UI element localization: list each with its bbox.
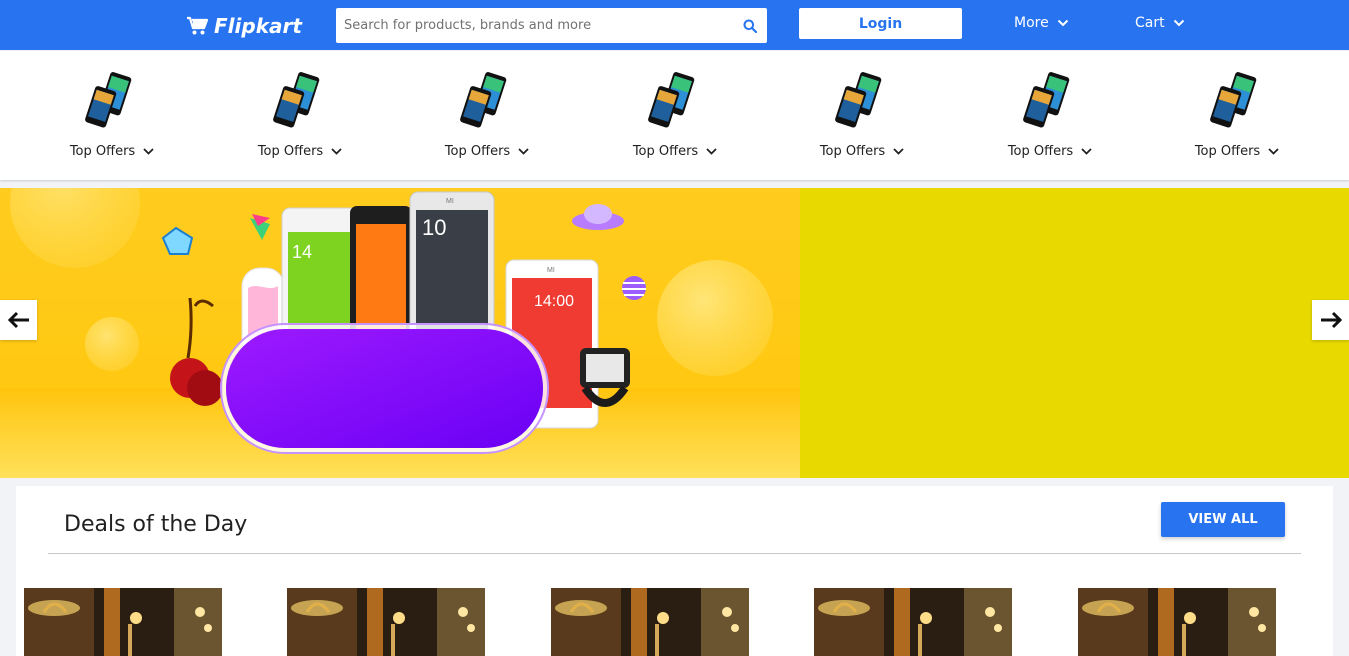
category-bar: Top Offers Top Offers Top Offers Top Off… — [0, 51, 1349, 180]
cart-label: Cart — [1135, 15, 1165, 31]
category-item[interactable]: Top Offers — [787, 51, 937, 180]
flipkart-logo[interactable]: Flipkart — [186, 12, 302, 40]
search-bar — [336, 8, 767, 43]
phone-brand-1: MI — [446, 198, 454, 205]
category-text: Top Offers — [819, 144, 886, 159]
category-item[interactable]: Top Offers — [37, 51, 187, 180]
phone-thumbnail-icon — [460, 72, 507, 128]
deal-product-image — [24, 588, 222, 656]
deal-product-image — [287, 588, 485, 656]
arrow-left-icon — [7, 311, 29, 329]
chevron-down-icon — [893, 148, 904, 155]
search-input[interactable] — [336, 8, 733, 43]
category-label: Top Offers — [1195, 144, 1279, 159]
chevron-down-icon — [1081, 148, 1092, 155]
category-item[interactable]: Top Offers — [600, 51, 750, 180]
deal-product-image — [814, 588, 1012, 656]
deal-product-image — [551, 588, 749, 656]
phone-time-3: 14:00 — [534, 293, 574, 310]
category-text: Top Offers — [1007, 144, 1074, 159]
category-label: Top Offers — [70, 144, 154, 159]
chevron-down-icon — [331, 148, 342, 155]
deals-of-the-day-section: Deals of the Day VIEW ALL — [16, 486, 1333, 656]
category-text: Top Offers — [69, 144, 136, 159]
phone-thumbnail-icon — [1023, 72, 1070, 128]
more-label: More — [1014, 15, 1049, 31]
arrow-right-icon — [1320, 311, 1342, 329]
category-text: Top Offers — [632, 144, 699, 159]
category-item[interactable]: Top Offers — [1162, 51, 1312, 180]
promo-banner-carousel: 14 10 MI 14:00 MI — [0, 188, 1349, 478]
top-header: Flipkart Login More Cart — [0, 0, 1349, 50]
chevron-down-icon — [518, 148, 529, 155]
section-title: Deals of the Day — [64, 512, 248, 537]
divider — [48, 553, 1301, 554]
deal-product-card[interactable] — [814, 588, 1012, 656]
category-text: Top Offers — [444, 144, 511, 159]
banner-artwork: 14 10 MI 14:00 MI — [0, 188, 800, 478]
deal-product-card[interactable] — [24, 588, 222, 656]
search-button[interactable] — [733, 8, 767, 43]
chevron-down-icon — [1268, 148, 1279, 155]
category-item[interactable]: Top Offers — [225, 51, 375, 180]
category-label: Top Offers — [258, 144, 342, 159]
search-icon — [743, 19, 757, 33]
chevron-down-icon — [706, 148, 717, 155]
category-text: Top Offers — [257, 144, 324, 159]
phone-thumbnail-icon — [273, 72, 320, 128]
chevron-down-icon — [143, 148, 154, 155]
view-all-button[interactable]: VIEW ALL — [1161, 502, 1285, 537]
phone-thumbnail-icon — [648, 72, 695, 128]
cart-menu[interactable]: Cart — [1135, 15, 1185, 31]
category-label: Top Offers — [820, 144, 904, 159]
phone-thumbnail-icon — [835, 72, 882, 128]
chevron-down-icon — [1057, 19, 1068, 27]
deal-product-card[interactable] — [1078, 588, 1276, 656]
phone-time-1: 14 — [292, 242, 312, 262]
category-label: Top Offers — [445, 144, 529, 159]
login-button[interactable]: Login — [799, 8, 962, 39]
banner-slide[interactable]: 14 10 MI 14:00 MI — [0, 188, 800, 478]
category-label: Top Offers — [633, 144, 717, 159]
category-item[interactable]: Top Offers — [412, 51, 562, 180]
logo-text: Flipkart — [214, 14, 302, 38]
phone-time-2: 10 — [422, 215, 446, 240]
deal-product-image — [1078, 588, 1276, 656]
phone-thumbnail-icon — [1210, 72, 1257, 128]
phone-thumbnail-icon — [85, 72, 132, 128]
category-text: Top Offers — [1194, 144, 1261, 159]
deal-product-card[interactable] — [287, 588, 485, 656]
category-item[interactable]: Top Offers — [975, 51, 1125, 180]
category-label: Top Offers — [1008, 144, 1092, 159]
banner-next-button[interactable] — [1312, 300, 1349, 340]
more-menu[interactable]: More — [1014, 15, 1069, 31]
deal-product-card[interactable] — [551, 588, 749, 656]
cart-icon — [187, 16, 208, 35]
phone-brand-2: MI — [547, 267, 555, 274]
banner-prev-button[interactable] — [0, 300, 37, 340]
chevron-down-icon — [1173, 19, 1184, 27]
